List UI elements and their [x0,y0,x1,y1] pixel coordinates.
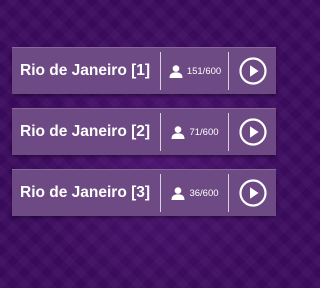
divider [160,52,161,90]
player-count: 71/600 [189,126,219,138]
room-name: Rio de Janeiro [1] [20,62,151,79]
play-icon [239,57,267,85]
play-icon [239,179,267,207]
divider [228,52,229,90]
divider [160,174,161,212]
user-icon [171,125,185,139]
play-button[interactable] [239,118,267,146]
user-icon [171,186,185,200]
play-icon [239,118,267,146]
room-list: Rio de Janeiro [1] 151/600 Rio de Janeir… [12,47,276,230]
room-name: Rio de Janeiro [2] [20,123,151,140]
play-button[interactable] [239,57,267,85]
divider [228,174,229,212]
player-count: 36/600 [189,187,219,199]
room-card-rio-1[interactable]: Rio de Janeiro [1] 151/600 [12,47,276,94]
room-card-rio-3[interactable]: Rio de Janeiro [3] 36/600 [12,169,276,216]
player-count: 151/600 [186,65,222,77]
room-card-rio-2[interactable]: Rio de Janeiro [2] 71/600 [12,108,276,155]
player-count-group: 36/600 [164,170,226,216]
divider [228,113,229,151]
room-name: Rio de Janeiro [3] [20,184,151,201]
play-button[interactable] [239,179,267,207]
divider [160,113,161,151]
user-icon [169,64,183,78]
player-count-group: 71/600 [164,109,226,155]
player-count-group: 151/600 [164,48,226,94]
